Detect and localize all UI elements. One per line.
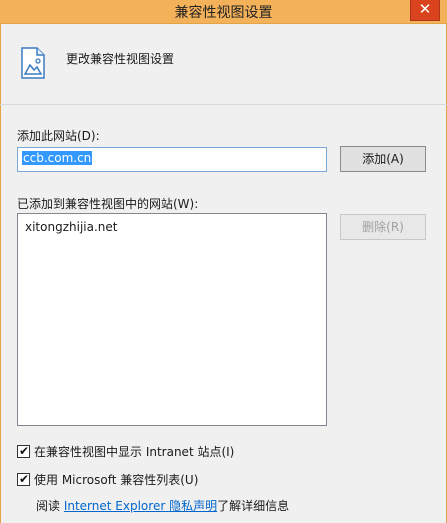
header-text: 更改兼容性视图设置 bbox=[66, 52, 175, 66]
privacy-statement-link[interactable]: 隐私声明 bbox=[169, 499, 217, 513]
add-site-label: 添加此网站(D): bbox=[17, 129, 100, 143]
checkmark-icon: ✔ bbox=[19, 444, 30, 458]
page-settings-icon bbox=[20, 47, 46, 82]
list-item[interactable]: xitongzhijia.net bbox=[25, 219, 319, 235]
privacy-suffix: 了解详细信息 bbox=[217, 499, 290, 513]
window-title: 兼容性视图设置 bbox=[174, 5, 273, 21]
intranet-option[interactable]: ✔ 在兼容性视图中显示 Intranet 站点(I) bbox=[17, 443, 234, 460]
ie-link[interactable]: Internet Explorer bbox=[64, 499, 165, 513]
ms-list-option[interactable]: ✔ 使用 Microsoft 兼容性列表(U) bbox=[17, 471, 198, 488]
added-sites-label: 已添加到兼容性视图中的网站(W): bbox=[17, 197, 199, 211]
checkmark-icon: ✔ bbox=[19, 472, 30, 486]
title-bar: 兼容性视图设置 ✕ bbox=[0, 0, 447, 24]
ms-list-label[interactable]: 使用 Microsoft 兼容性列表(U) bbox=[34, 471, 198, 488]
add-site-input-value: ccb.com.cn bbox=[22, 151, 93, 165]
header-divider bbox=[0, 104, 447, 105]
added-sites-list[interactable]: xitongzhijia.net bbox=[17, 213, 327, 426]
add-site-input[interactable]: ccb.com.cn bbox=[17, 147, 327, 172]
privacy-prefix: 阅读 bbox=[36, 499, 64, 513]
remove-button[interactable]: 删除(R) bbox=[340, 214, 426, 240]
intranet-label[interactable]: 在兼容性视图中显示 Intranet 站点(I) bbox=[34, 443, 234, 460]
privacy-note: 阅读 Internet Explorer 隐私声明了解详细信息 bbox=[36, 497, 289, 514]
add-button[interactable]: 添加(A) bbox=[340, 146, 426, 172]
ms-list-checkbox[interactable]: ✔ bbox=[17, 472, 30, 486]
close-button[interactable]: ✕ bbox=[410, 0, 440, 21]
intranet-checkbox[interactable]: ✔ bbox=[17, 444, 30, 458]
